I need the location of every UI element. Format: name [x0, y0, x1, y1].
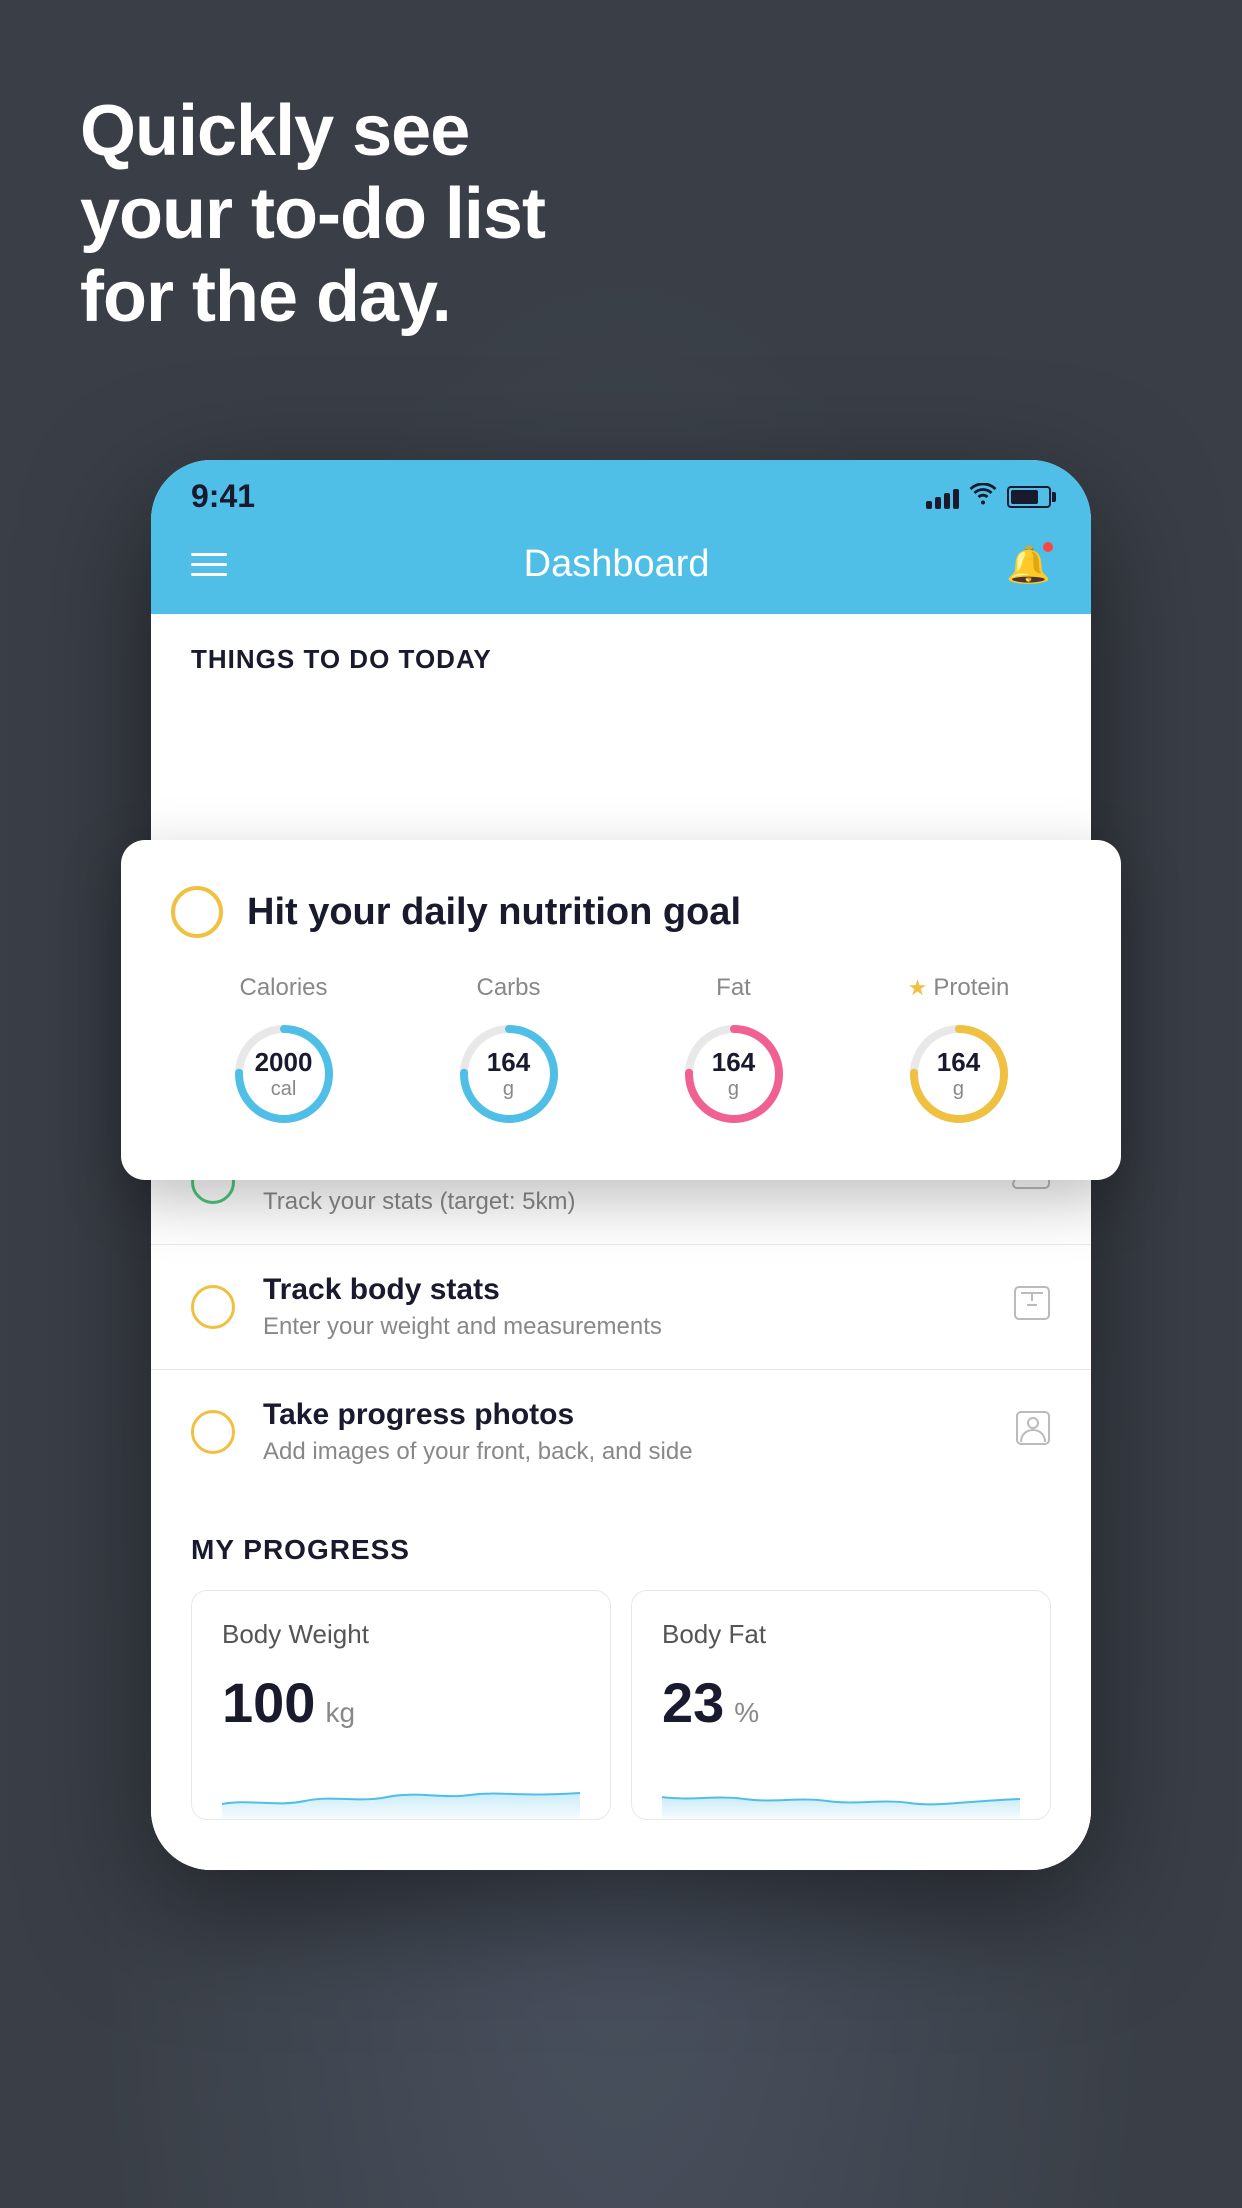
- notification-bell[interactable]: 🔔: [1006, 544, 1051, 586]
- body-fat-graph: [662, 1759, 1020, 1819]
- notification-dot: [1041, 540, 1055, 554]
- scale-icon: [1013, 1285, 1051, 1330]
- nutrition-carbs: Carbs 164 g: [449, 974, 569, 1134]
- person-icon: [1015, 1410, 1051, 1455]
- todo-checkbox-photos[interactable]: [191, 1410, 235, 1454]
- progress-cards: Body Weight 100 kg: [191, 1590, 1051, 1820]
- nav-title: Dashboard: [524, 543, 710, 586]
- body-weight-graph: [222, 1759, 580, 1819]
- protein-label: ★ Protein: [908, 974, 1010, 1002]
- calories-value: 2000: [255, 1047, 313, 1078]
- hero-line2: your to-do list: [80, 173, 545, 256]
- progress-section: MY PROGRESS Body Weight 100 kg: [151, 1494, 1091, 1870]
- carbs-value: 164: [487, 1047, 530, 1078]
- nutrition-card: Hit your daily nutrition goal Calories 2…: [121, 840, 1121, 1180]
- body-fat-title: Body Fat: [662, 1619, 1020, 1650]
- nutrition-fat: Fat 164 g: [674, 974, 794, 1134]
- body-weight-value: 100: [222, 1670, 315, 1735]
- protein-value: 164: [937, 1047, 980, 1078]
- fat-chart: 164 g: [674, 1014, 794, 1134]
- body-weight-title: Body Weight: [222, 1619, 580, 1650]
- body-fat-card[interactable]: Body Fat 23 %: [631, 1590, 1051, 1820]
- nutrition-circles: Calories 2000 cal Carbs: [171, 974, 1071, 1134]
- battery-icon: [1007, 486, 1051, 508]
- todo-checkbox-body-stats[interactable]: [191, 1285, 235, 1329]
- body-weight-card[interactable]: Body Weight 100 kg: [191, 1590, 611, 1820]
- body-fat-value: 23: [662, 1670, 724, 1735]
- progress-header: MY PROGRESS: [191, 1534, 1051, 1566]
- calories-label: Calories: [239, 974, 327, 1002]
- status-icons: [926, 483, 1051, 511]
- carbs-chart: 164 g: [449, 1014, 569, 1134]
- things-to-do-header: THINGS TO DO TODAY: [151, 614, 1091, 691]
- todo-subtitle-photos: Add images of your front, back, and side: [263, 1438, 987, 1466]
- hamburger-menu[interactable]: [191, 553, 227, 576]
- dashboard-content: THINGS TO DO TODAY Running Track your st…: [151, 614, 1091, 1870]
- carbs-label: Carbs: [476, 974, 540, 1002]
- todo-item-photos[interactable]: Take progress photos Add images of your …: [151, 1369, 1091, 1494]
- nav-bar: Dashboard 🔔: [151, 525, 1091, 614]
- body-weight-unit: kg: [325, 1697, 355, 1729]
- protein-unit: g: [937, 1078, 980, 1101]
- fat-label: Fat: [716, 974, 751, 1002]
- nutrition-calories: Calories 2000 cal: [224, 974, 344, 1134]
- nutrition-checkbox[interactable]: [171, 886, 223, 938]
- todo-title-body-stats: Track body stats: [263, 1273, 985, 1307]
- fat-unit: g: [712, 1078, 755, 1101]
- calories-unit: cal: [255, 1078, 313, 1101]
- hero-line3: for the day.: [80, 256, 545, 339]
- protein-chart: 164 g: [899, 1014, 1019, 1134]
- todo-subtitle-running: Track your stats (target: 5km): [263, 1188, 983, 1216]
- nutrition-protein: ★ Protein 164 g: [899, 974, 1019, 1134]
- hero-line1: Quickly see: [80, 90, 545, 173]
- todo-title-photos: Take progress photos: [263, 1398, 987, 1432]
- todo-item-body-stats[interactable]: Track body stats Enter your weight and m…: [151, 1244, 1091, 1369]
- fat-value: 164: [712, 1047, 755, 1078]
- carbs-unit: g: [487, 1078, 530, 1101]
- star-icon: ★: [908, 975, 928, 1001]
- todo-subtitle-body-stats: Enter your weight and measurements: [263, 1313, 985, 1341]
- hero-text: Quickly see your to-do list for the day.: [80, 90, 545, 338]
- body-fat-unit: %: [734, 1697, 759, 1729]
- signal-icon: [926, 485, 959, 509]
- calories-chart: 2000 cal: [224, 1014, 344, 1134]
- wifi-icon: [969, 483, 997, 511]
- nutrition-card-title: Hit your daily nutrition goal: [247, 891, 741, 934]
- status-time: 9:41: [191, 478, 255, 515]
- status-bar: 9:41: [151, 460, 1091, 525]
